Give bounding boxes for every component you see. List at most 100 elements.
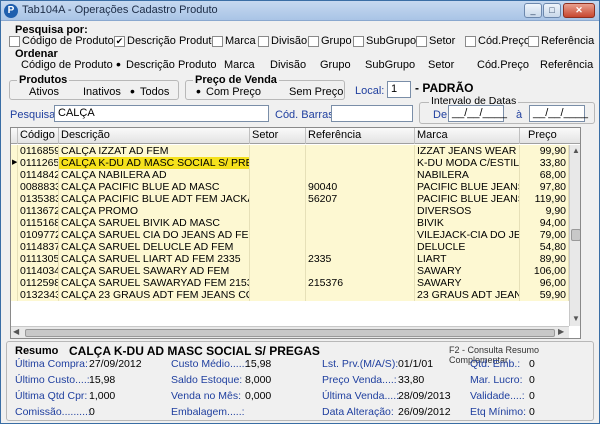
cell-setor[interactable] (250, 265, 306, 277)
radio-icon[interactable] (277, 88, 286, 97)
pesquisa-checkbox-codigo-de-produto[interactable]: Código de Produto (9, 35, 114, 47)
vertical-scroll-thumb[interactable] (571, 229, 580, 241)
cell-descricao[interactable]: CALÇA PROMO (59, 205, 250, 217)
cell-setor[interactable] (250, 253, 306, 265)
cell-marca[interactable]: SAWARY (415, 277, 520, 289)
cell-descricao[interactable]: CALÇA PACIFIC BLUE AD MASC (59, 181, 250, 193)
cell-referencia[interactable] (306, 205, 415, 217)
table-row[interactable]: 0109772 CALÇA SARUEL CIA DO JEANS AD FEM V… (11, 229, 569, 241)
cell-referencia[interactable] (306, 169, 415, 181)
cell-referencia[interactable] (306, 265, 415, 277)
ordenar-radio-cod-preco[interactable]: Cód.Preço (465, 59, 529, 71)
cell-marca[interactable]: SAWARY (415, 265, 520, 277)
cell-preco[interactable]: 89,90 (520, 253, 569, 265)
scroll-down-icon[interactable]: ▼ (571, 314, 580, 324)
cell-marca[interactable]: NABILERA (415, 169, 520, 181)
pesquisa-checkbox-subgrupo[interactable]: SubGrupo (353, 35, 416, 47)
cell-referencia[interactable]: 56207 (306, 193, 415, 205)
cell-marca[interactable]: 23 GRAUS ADT JEANS WEAR (415, 289, 520, 301)
horizontal-scrollbar[interactable]: ◀ ▶ (11, 326, 569, 338)
pesquisa-checkbox-grupo[interactable]: Grupo (308, 35, 352, 47)
cell-codigo[interactable]: 0132343 (18, 289, 59, 301)
cell-setor[interactable] (250, 289, 306, 301)
cell-referencia[interactable] (306, 217, 415, 229)
checkbox-icon[interactable] (353, 35, 364, 47)
cell-codigo[interactable]: 0112598 (18, 277, 59, 289)
cell-referencia[interactable]: 2335 (306, 253, 415, 265)
preco-radio-com-preco[interactable]: • Com Preço (194, 84, 261, 99)
radio-icon[interactable]: • (128, 84, 137, 98)
cell-marca[interactable]: LIART (415, 253, 520, 265)
cell-preco[interactable]: 9,90 (520, 205, 569, 217)
cell-marca[interactable]: PACIFIC BLUE JEANS (415, 181, 520, 193)
horizontal-scroll-thumb[interactable] (25, 329, 555, 337)
scroll-up-icon[interactable]: ▲ (571, 146, 580, 156)
cell-descricao[interactable]: CALÇA SARUEL SAWARYAD FEM 215376 (59, 277, 250, 289)
radio-icon[interactable] (465, 61, 474, 70)
cell-codigo[interactable]: 0115168 (18, 217, 59, 229)
checkbox-icon[interactable] (9, 35, 20, 47)
radio-icon[interactable] (258, 61, 267, 70)
cell-marca[interactable]: DIVERSOS (415, 205, 520, 217)
table-row[interactable]: 0115168 CALÇA SARUEL BIVIK AD MASC BIVIK 94… (11, 217, 569, 229)
cell-descricao[interactable]: CALÇA 23 GRAUS ADT FEM JEANS COLOR (59, 289, 250, 301)
checkbox-icon[interactable] (212, 35, 223, 47)
table-row[interactable]: 0113672 CALÇA PROMO DIVERSOS 9,90 (11, 205, 569, 217)
cell-descricao[interactable]: CALÇA SARUEL BIVIK AD MASC (59, 217, 250, 229)
radio-icon[interactable] (308, 61, 317, 70)
cell-referencia[interactable]: 215376 (306, 277, 415, 289)
cell-codigo[interactable]: 0109772 (18, 229, 59, 241)
cell-descricao[interactable]: CALÇA NABILERA AD (59, 169, 250, 181)
radio-icon[interactable] (9, 61, 18, 70)
date-to-input[interactable]: __/__/____ (529, 105, 588, 122)
radio-icon[interactable] (353, 61, 362, 70)
minimize-button[interactable]: _ (524, 3, 542, 18)
checkbox-icon[interactable] (416, 35, 427, 47)
produtos-radio-ativos[interactable]: Ativos (17, 86, 59, 98)
radio-icon[interactable]: • (114, 57, 123, 71)
cell-codigo[interactable]: 0114837 (18, 241, 59, 253)
checkbox-icon[interactable] (528, 35, 539, 47)
radio-icon[interactable] (17, 88, 26, 97)
checkbox-icon[interactable]: ✔ (114, 35, 125, 47)
cell-setor[interactable] (250, 193, 306, 205)
ordenar-radio-setor[interactable]: Setor (416, 59, 454, 71)
produtos-radio-inativos[interactable]: Inativos (71, 86, 121, 98)
cell-codigo[interactable]: 0116859 (18, 145, 59, 157)
cell-referencia[interactable] (306, 145, 415, 157)
pesquisa-checkbox-divisao[interactable]: Divisão (258, 35, 307, 47)
cell-marca[interactable]: PACIFIC BLUE JEANS (415, 193, 520, 205)
cell-preco[interactable]: 106,00 (520, 265, 569, 277)
cell-preco[interactable]: 97,80 (520, 181, 569, 193)
cell-codigo[interactable]: 0114842 (18, 169, 59, 181)
table-row[interactable]: 0112598 CALÇA SARUEL SAWARYAD FEM 215376 2… (11, 277, 569, 289)
preco-radio-sem-preco[interactable]: Sem Preço (277, 86, 343, 98)
cell-setor[interactable] (250, 145, 306, 157)
table-row[interactable]: 0114837 CALÇA SARUEL DELUCLE AD FEM DELUCL… (11, 241, 569, 253)
scroll-right-icon[interactable]: ▶ (558, 327, 568, 336)
radio-icon[interactable]: • (194, 84, 203, 98)
ordenar-radio-referencia[interactable]: Referência (528, 59, 593, 71)
close-button[interactable]: ✕ (563, 3, 595, 18)
table-row[interactable]: 0132343CALÇA 23 GRAUS ADT FEM JEANS COLO… (11, 289, 569, 301)
cell-codigo[interactable]: 0111265 (18, 157, 59, 169)
pesquisa-checkbox-referencia[interactable]: Referência (528, 35, 594, 47)
ordenar-radio-codigo-de-produto[interactable]: Código de Produto (9, 59, 113, 71)
cell-preco[interactable]: 96,00 (520, 277, 569, 289)
pesquisa-checkbox-descricao-produto[interactable]: ✔ Descrição Produto (114, 35, 218, 47)
checkbox-icon[interactable] (258, 35, 269, 47)
cell-preco[interactable]: 119,90 (520, 193, 569, 205)
cell-marca[interactable]: IZZAT JEANS WEAR (415, 145, 520, 157)
cell-referencia[interactable] (306, 289, 415, 301)
cell-setor[interactable] (250, 181, 306, 193)
column-header-marca[interactable]: Marca (415, 128, 520, 144)
ordenar-radio-grupo[interactable]: Grupo (308, 59, 351, 71)
column-header-codigo[interactable]: Código (18, 128, 59, 144)
cell-descricao[interactable]: CALÇA IZZAT AD FEM (59, 145, 250, 157)
title-bar[interactable]: P Tab104A - Operações Cadastro Produto _… (1, 1, 599, 21)
table-row[interactable]: 0088833 CALÇA PACIFIC BLUE AD MASC 90040 PA… (11, 181, 569, 193)
cell-descricao[interactable]: CALÇA PACIFIC BLUE ADT FEM JACKARD (59, 193, 250, 205)
column-header-referencia[interactable]: Referência (306, 128, 415, 144)
cell-preco[interactable]: 94,00 (520, 217, 569, 229)
cell-setor[interactable] (250, 241, 306, 253)
